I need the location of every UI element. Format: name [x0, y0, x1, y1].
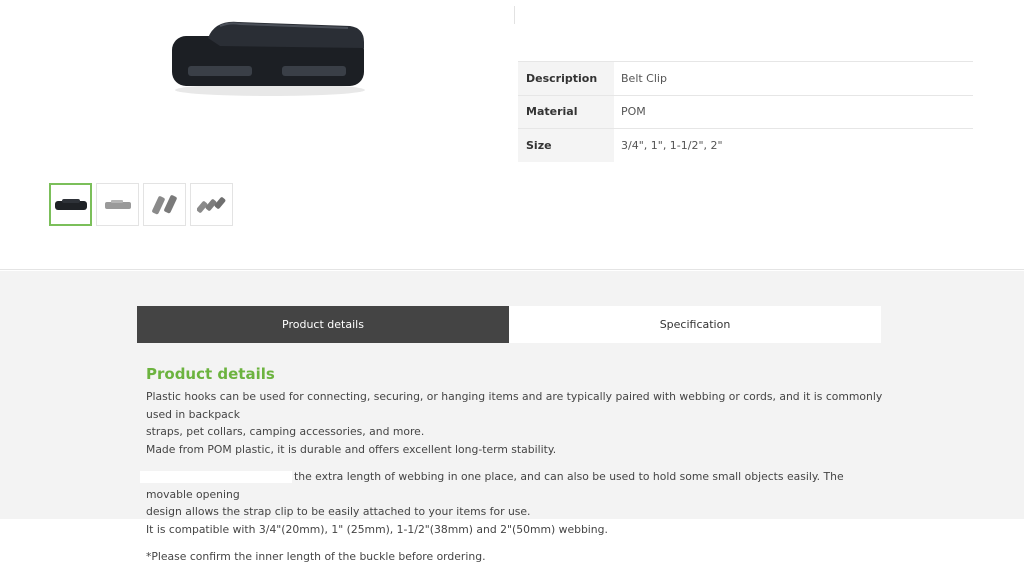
spec-row-description: Description Belt Clip [518, 61, 973, 95]
text-line: It is compatible with 3/4"(20mm), 1" (25… [146, 522, 608, 536]
thumbnail-strip [49, 183, 233, 226]
text-line: the extra length of webbing in one place… [140, 468, 886, 503]
order-note: *Please confirm the inner length of the … [146, 550, 486, 563]
tab-product-details[interactable]: Product details [137, 306, 509, 343]
product-top-section: Description Belt Clip Material POM Size … [0, 0, 1024, 270]
tab-specification[interactable]: Specification [509, 306, 881, 343]
details-title: Product details [146, 365, 275, 383]
thumb-two-clips[interactable] [143, 183, 186, 226]
spec-value: POM [621, 105, 646, 119]
spec-value: Belt Clip [621, 71, 667, 85]
text-line: Plastic hooks can be used for connecting… [146, 390, 883, 421]
details-paragraph-1: Plastic hooks can be used for connecting… [146, 388, 886, 458]
text-line: Made from POM plastic, it is durable and… [146, 442, 557, 456]
details-tabs: Product details Specification [137, 306, 881, 343]
details-content: Product details Plastic hooks can be use… [140, 365, 886, 563]
text-line: design allows the strap clip to be easil… [146, 505, 531, 518]
thumb-black-clip[interactable] [49, 183, 92, 226]
spec-row-size: Size 3/4", 1", 1-1/2", 2" [518, 128, 973, 162]
vertical-divider [514, 6, 515, 24]
thumb-gray-clip[interactable] [96, 183, 139, 226]
spec-key: Size [518, 129, 614, 162]
redaction-mask [140, 471, 292, 483]
thumb-three-clips[interactable] [190, 183, 233, 226]
spec-value: 3/4", 1", 1-1/2", 2" [621, 138, 723, 152]
spec-key: Description [518, 62, 614, 95]
text-line: straps, pet collars, camping accessories… [146, 425, 425, 438]
spec-table: Description Belt Clip Material POM Size … [518, 61, 973, 162]
details-paragraph-2: the extra length of webbing in one place… [140, 468, 886, 538]
product-main-image[interactable] [160, 12, 375, 102]
spec-row-material: Material POM [518, 94, 973, 128]
spec-key: Material [518, 95, 614, 128]
product-details-section: Product details Specification Product de… [0, 271, 1024, 563]
